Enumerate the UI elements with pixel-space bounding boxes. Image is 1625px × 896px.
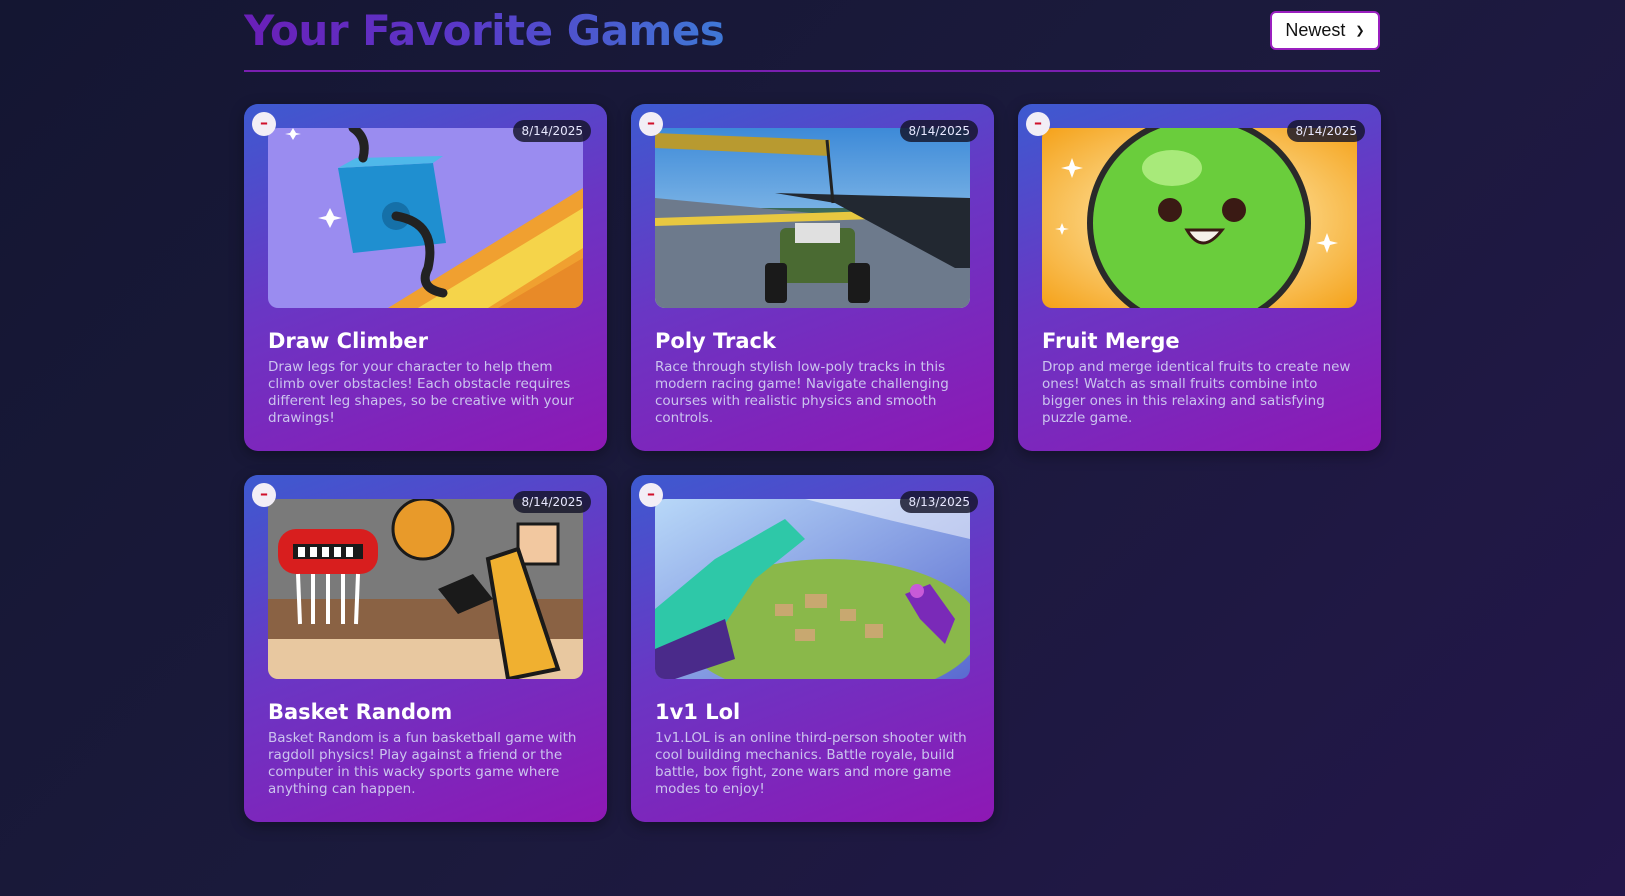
minus-icon: – (260, 484, 268, 503)
game-description: Basket Random is a fun basketball game w… (268, 730, 577, 797)
game-card[interactable]: – 8/14/2025 (631, 104, 994, 451)
favorites-page: Your Favorite Games Newest ❯ – 8/14/2025 (244, 0, 1381, 822)
games-grid: – 8/14/2025 Draw Climber Draw legs for y (244, 104, 1381, 822)
fruit-merge-image (1042, 128, 1357, 308)
date-badge: 8/14/2025 (900, 120, 978, 142)
game-description: Draw legs for your character to help the… (268, 359, 574, 426)
minus-icon: – (260, 113, 268, 132)
page-title: Your Favorite Games (244, 6, 725, 55)
minus-icon: – (1034, 113, 1042, 132)
minus-icon: – (647, 113, 655, 132)
game-title[interactable]: Basket Random (268, 699, 452, 725)
game-thumbnail[interactable] (268, 128, 583, 308)
date-badge: 8/14/2025 (1287, 120, 1365, 142)
game-thumbnail[interactable] (268, 499, 583, 679)
draw-climber-image (268, 128, 583, 308)
game-card[interactable]: – 8/14/2025 (244, 475, 607, 822)
game-title[interactable]: Fruit Merge (1042, 328, 1180, 354)
game-thumbnail[interactable] (655, 128, 970, 308)
game-card[interactable]: – 8/14/2025 Draw Climber Draw legs for y (244, 104, 607, 451)
remove-button[interactable]: – (1026, 112, 1050, 136)
date-badge: 8/14/2025 (513, 491, 591, 513)
basket-random-image (268, 499, 583, 679)
game-card[interactable]: – 8/13/2025 1v1 Lol 1v1.LOL is an online… (631, 475, 994, 822)
sort-select[interactable]: Newest ❯ (1270, 11, 1380, 50)
sort-selected-value: Newest (1285, 20, 1346, 40)
remove-button[interactable]: – (639, 483, 663, 507)
chevron-down-icon: ❯ (1355, 25, 1365, 37)
game-thumbnail[interactable] (1042, 128, 1357, 308)
poly-track-image (655, 128, 970, 308)
remove-button[interactable]: – (252, 112, 276, 136)
date-badge: 8/13/2025 (900, 491, 978, 513)
game-description: Drop and merge identical fruits to creat… (1042, 359, 1351, 426)
game-description: 1v1.LOL is an online third-person shoote… (655, 730, 967, 797)
game-title[interactable]: Poly Track (655, 328, 776, 354)
date-badge: 8/14/2025 (513, 120, 591, 142)
game-title[interactable]: Draw Climber (268, 328, 428, 354)
page-header: Your Favorite Games Newest ❯ (244, 0, 1380, 72)
game-card[interactable]: – 8/14/2025 (1018, 104, 1381, 451)
remove-button[interactable]: – (639, 112, 663, 136)
game-thumbnail[interactable] (655, 499, 970, 679)
game-title[interactable]: 1v1 Lol (655, 699, 740, 725)
remove-button[interactable]: – (252, 483, 276, 507)
game-description: Race through stylish low-poly tracks in … (655, 359, 949, 426)
1v1-lol-image (655, 499, 970, 679)
minus-icon: – (647, 484, 655, 503)
